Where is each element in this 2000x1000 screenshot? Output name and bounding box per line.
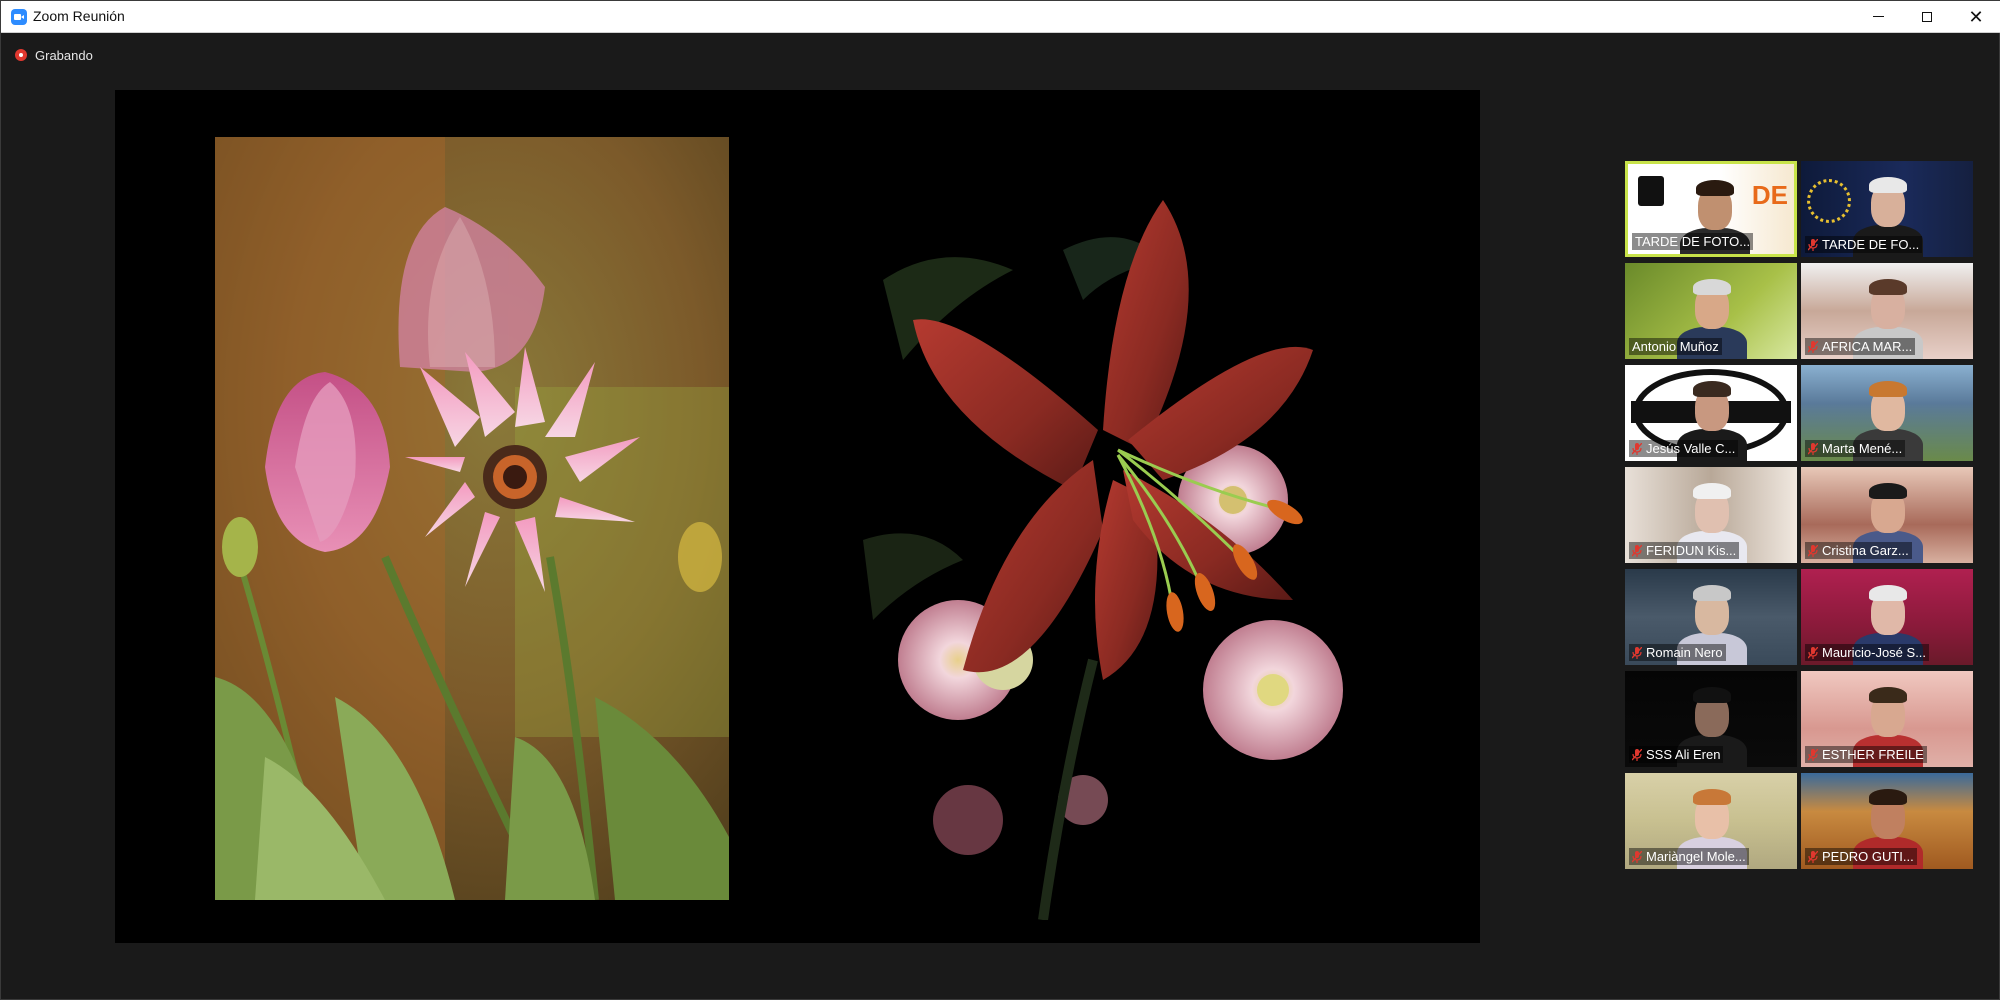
minimize-button[interactable] — [1855, 1, 1901, 32]
participant-hair — [1693, 789, 1731, 805]
participant-name-label: SSS Ali Eren — [1629, 746, 1724, 763]
mic-muted-icon — [1808, 748, 1818, 761]
zoom-window: Zoom Reunión ✕ Grabando DE TARDE DE FOTO… — [0, 0, 2000, 1000]
mic-muted-icon — [1632, 748, 1642, 761]
mic-muted-icon — [1632, 850, 1642, 863]
participant-tile[interactable]: Antonio Muñoz — [1625, 263, 1797, 359]
participant-name: AFRICA MAR... — [1822, 339, 1913, 354]
participant-name-label: AFRICA MAR... — [1805, 338, 1916, 355]
mic-muted-icon — [1632, 544, 1642, 557]
participant-tile[interactable]: SSS Ali Eren — [1625, 671, 1797, 767]
participant-hair — [1869, 687, 1907, 703]
participant-hair — [1869, 585, 1907, 601]
red-lily-image — [863, 160, 1373, 920]
participant-name-label: ESTHER FREILE — [1805, 746, 1927, 763]
participant-hair — [1693, 687, 1731, 703]
participant-name-label: Mauricio-José S... — [1805, 644, 1930, 661]
close-icon: ✕ — [1968, 6, 1984, 27]
participant-hair — [1693, 483, 1731, 499]
title-bar: Zoom Reunión ✕ — [1, 1, 2000, 33]
participant-name: Mauricio-José S... — [1822, 645, 1927, 660]
participant-name: Cristina Garz... — [1822, 543, 1909, 558]
participant-name: TARDE DE FO... — [1822, 237, 1920, 252]
participant-name-label: TARDE DE FO... — [1805, 236, 1923, 253]
window-title: Zoom Reunión — [33, 8, 125, 24]
recording-indicator[interactable]: Grabando — [15, 46, 93, 64]
shared-photo-red-lily — [863, 160, 1373, 920]
event-logo-mark — [1638, 176, 1664, 206]
participant-hair — [1693, 279, 1731, 295]
event-logo: DE — [1751, 180, 1788, 210]
participant-tile[interactable]: Mariàngel Mole... — [1625, 773, 1797, 869]
participant-name-label: PEDRO GUTI... — [1805, 848, 1917, 865]
participant-name-label: Antonio Muñoz — [1629, 338, 1722, 355]
participant-tile[interactable]: PEDRO GUTI... — [1801, 773, 1973, 869]
mic-muted-icon — [1632, 646, 1642, 659]
close-button[interactable]: ✕ — [1953, 1, 1999, 32]
participant-name: TARDE DE FOTO... — [1635, 234, 1751, 249]
participant-hair — [1696, 180, 1734, 196]
participant-name-label: FERIDUN Kis... — [1629, 542, 1740, 559]
participant-name: FERIDUN Kis... — [1646, 543, 1737, 558]
participant-name-label: Jesús Valle C... — [1629, 440, 1739, 457]
participant-hair — [1869, 789, 1907, 805]
participant-tile[interactable]: ESTHER FREILE — [1801, 671, 1973, 767]
participant-name-label: Marta Mené... — [1805, 440, 1906, 457]
pink-flowers-image — [215, 137, 729, 900]
participant-name-label: TARDE DE FOTO... — [1632, 233, 1754, 250]
participant-name: Mariàngel Mole... — [1646, 849, 1746, 864]
participant-hair — [1693, 585, 1731, 601]
participant-name-label: Cristina Garz... — [1805, 542, 1912, 559]
participant-name: Antonio Muñoz — [1632, 339, 1719, 354]
recording-label: Grabando — [35, 47, 93, 63]
participant-name: SSS Ali Eren — [1646, 747, 1721, 762]
participant-name-label: Romain Nero — [1629, 644, 1726, 661]
participant-hair — [1869, 483, 1907, 499]
zoom-app-icon — [11, 9, 27, 25]
participant-tile[interactable]: Jesús Valle C... — [1625, 365, 1797, 461]
mic-muted-icon — [1808, 850, 1818, 863]
participant-name: ESTHER FREILE — [1822, 747, 1924, 762]
participant-hair — [1869, 381, 1907, 397]
mic-muted-icon — [1632, 442, 1642, 455]
participant-tile[interactable]: Mauricio-José S... — [1801, 569, 1973, 665]
participant-tile[interactable]: Romain Nero — [1625, 569, 1797, 665]
mic-muted-icon — [1808, 544, 1818, 557]
maximize-icon — [1922, 11, 1932, 22]
participant-name: Jesús Valle C... — [1646, 441, 1736, 456]
participant-name-label: Mariàngel Mole... — [1629, 848, 1749, 865]
mic-muted-icon — [1808, 340, 1818, 353]
participant-hair — [1869, 177, 1907, 193]
participant-tile[interactable]: DE TARDE DE FOTO... — [1625, 161, 1797, 257]
mic-muted-icon — [1808, 238, 1818, 251]
participant-tile[interactable]: FERIDUN Kis... — [1625, 467, 1797, 563]
participant-name: PEDRO GUTI... — [1822, 849, 1914, 864]
mic-muted-icon — [1808, 442, 1818, 455]
maximize-button[interactable] — [1904, 1, 1950, 32]
shared-screen — [115, 90, 1480, 943]
participant-tile[interactable]: Cristina Garz... — [1801, 467, 1973, 563]
participant-name: Romain Nero — [1646, 645, 1723, 660]
participant-tile[interactable]: Marta Mené... — [1801, 365, 1973, 461]
participant-name: Marta Mené... — [1822, 441, 1903, 456]
participant-tile[interactable]: AFRICA MAR... — [1801, 263, 1973, 359]
mic-muted-icon — [1808, 646, 1818, 659]
logo-sun — [1807, 179, 1851, 223]
participant-hair — [1693, 381, 1731, 397]
participant-tile[interactable]: TARDE DE FO... — [1801, 161, 1973, 257]
recording-icon — [15, 49, 27, 61]
minimize-icon — [1872, 16, 1884, 17]
shared-photo-pink-flowers — [215, 137, 729, 900]
participant-hair — [1869, 279, 1907, 295]
